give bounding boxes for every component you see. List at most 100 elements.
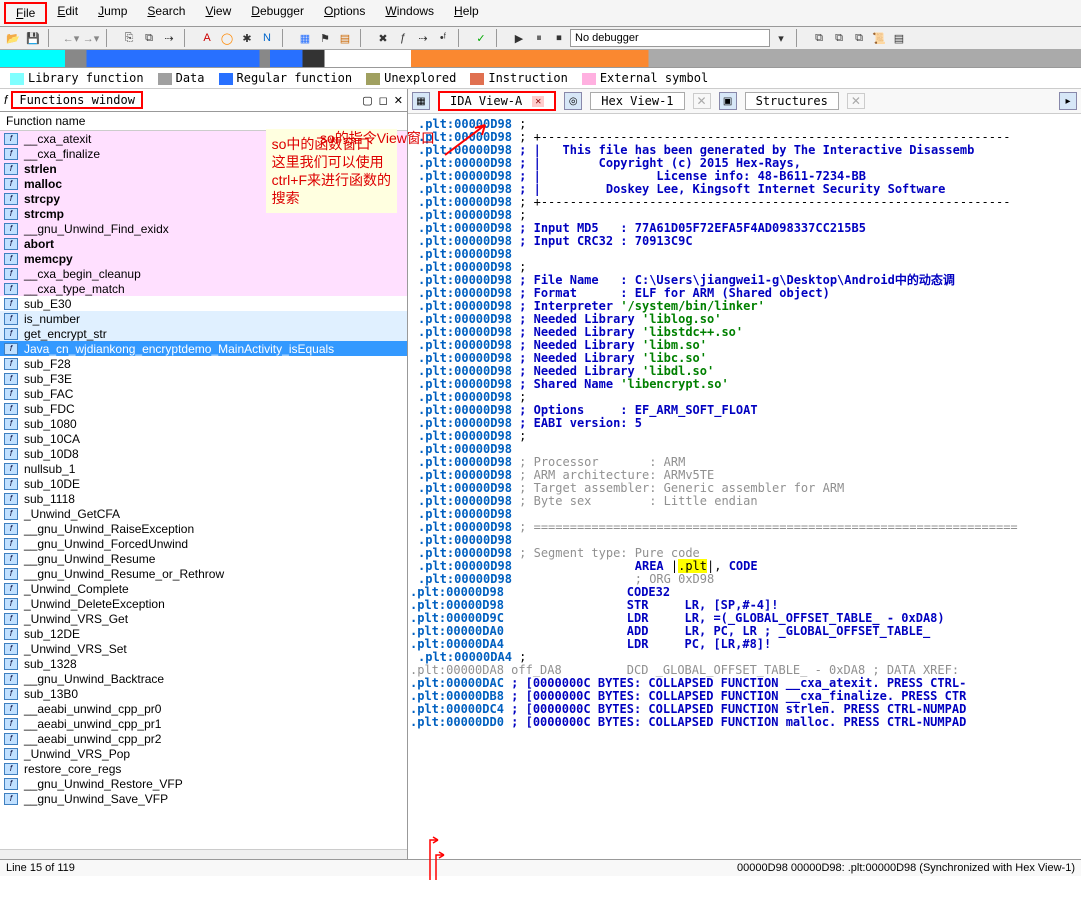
function-row[interactable]: f_Unwind_VRS_Set [0,641,407,656]
link-icon[interactable]: ⇢ [160,29,178,47]
restore-icon[interactable]: ▢ [362,94,372,107]
menu-view[interactable]: View [195,2,241,24]
forward-icon[interactable]: →▾ [82,29,100,47]
overview-bar[interactable] [0,50,1081,68]
function-row[interactable]: fget_encrypt_str [0,326,407,341]
function-row[interactable]: f__gnu_Unwind_RaiseException [0,521,407,536]
function-row[interactable]: fsub_10DE [0,476,407,491]
copy-icon[interactable]: ⎘ [120,29,138,47]
f-icon[interactable]: ƒ [394,29,412,47]
tab-ida-view-a[interactable]: IDA View-A✕ [438,91,556,111]
save-icon[interactable]: 💾 [24,29,42,47]
struct-icon[interactable]: ▣ [719,92,737,110]
more-icon[interactable]: ▸ [1059,92,1077,110]
list-icon[interactable]: ▤ [890,29,908,47]
disasm-line[interactable]: .plt:00000DD0 ; [0000000C BYTES: COLLAPS… [418,716,1071,729]
close-tab-icon[interactable]: ✕ [532,96,544,107]
function-row[interactable]: f__gnu_Unwind_Save_VFP [0,791,407,806]
function-row[interactable]: fsub_10D8 [0,446,407,461]
close-pane-icon[interactable]: ✕ [394,94,403,107]
function-row[interactable]: f__gnu_Unwind_Backtrace [0,671,407,686]
function-row[interactable]: fsub_E30 [0,296,407,311]
cfg1-icon[interactable]: ⧉ [810,29,828,47]
mark1-icon[interactable]: A [198,29,216,47]
hex-icon[interactable]: ◎ [564,92,582,110]
function-row[interactable]: fabort [0,236,407,251]
function-row[interactable]: f_Unwind_GetCFA [0,506,407,521]
function-row[interactable]: fis_number [0,311,407,326]
function-row[interactable]: f_Unwind_VRS_Get [0,611,407,626]
function-row[interactable]: f_Unwind_Complete [0,581,407,596]
function-row[interactable]: fsub_F28 [0,356,407,371]
tab-hex-view[interactable]: Hex View-1 [590,92,684,110]
function-row[interactable]: fsub_1080 [0,416,407,431]
play-icon[interactable]: ▶ [510,29,528,47]
menu-search[interactable]: Search [137,2,195,24]
arrow-icon[interactable]: ⇢ [414,29,432,47]
function-row[interactable]: f__aeabi_unwind_cpp_pr2 [0,731,407,746]
function-row[interactable]: f_Unwind_DeleteException [0,596,407,611]
grid-icon[interactable]: ▦ [296,29,314,47]
function-row[interactable]: fsub_10CA [0,431,407,446]
function-row[interactable]: fsub_FAC [0,386,407,401]
status-right: 00000D98 00000D98: .plt:00000D98 (Synchr… [737,862,1075,874]
dropdown-icon[interactable]: ▾ [772,29,790,47]
function-row[interactable]: f__gnu_Unwind_ForcedUnwind [0,536,407,551]
h-scrollbar[interactable] [0,849,407,859]
close-tab2-icon[interactable]: ✕ [693,93,711,109]
function-row[interactable]: frestore_core_regs [0,761,407,776]
circle-icon[interactable]: ◯ [218,29,236,47]
legend: Library functionDataRegular functionUnex… [0,68,1081,89]
function-row[interactable]: fnullsub_1 [0,461,407,476]
menu-help[interactable]: Help [444,2,489,24]
function-row[interactable]: f_Unwind_VRS_Pop [0,746,407,761]
function-row[interactable]: fmemcpy [0,251,407,266]
x-icon[interactable]: ✖ [374,29,392,47]
function-row[interactable]: f__gnu_Unwind_Resume [0,551,407,566]
open-icon[interactable]: 📂 [4,29,22,47]
menu-debugger[interactable]: Debugger [241,2,314,24]
function-row[interactable]: fsub_1118 [0,491,407,506]
function-row[interactable]: f__cxa_type_match [0,281,407,296]
function-row[interactable]: f__aeabi_unwind_cpp_pr1 [0,716,407,731]
function-row[interactable]: f__aeabi_unwind_cpp_pr0 [0,701,407,716]
function-row[interactable]: fsub_FDC [0,401,407,416]
menu-jump[interactable]: Jump [88,2,137,24]
pause-icon[interactable]: ⏸ [530,29,548,47]
function-row[interactable]: f__gnu_Unwind_Find_exidx [0,221,407,236]
annotation-view: so的指令View窗口 [408,128,435,148]
close-tab3-icon[interactable]: ✕ [847,93,865,109]
bars-icon[interactable]: ▤ [336,29,354,47]
function-row[interactable]: f__gnu_Unwind_Restore_VFP [0,776,407,791]
dot-icon[interactable]: •ᶠ [434,29,452,47]
function-row[interactable]: fJava_cn_wjdiankong_encryptdemo_MainActi… [0,341,407,356]
menu-options[interactable]: Options [314,2,375,24]
debugger-select[interactable] [570,29,770,47]
script-icon[interactable]: 📜 [870,29,888,47]
stop-icon[interactable]: ⏹ [550,29,568,47]
view-icon[interactable]: ▦ [412,92,430,110]
menu-windows[interactable]: Windows [375,2,444,24]
functions-title: Functions window [11,91,143,109]
function-row[interactable]: fsub_F3E [0,371,407,386]
text-icon[interactable]: ✱ [238,29,256,47]
function-row[interactable]: fsub_12DE [0,626,407,641]
cfg3-icon[interactable]: ⧉ [850,29,868,47]
menu-edit[interactable]: Edit [47,2,88,24]
legend-item: External symbol [582,71,708,85]
function-row[interactable]: fsub_1328 [0,656,407,671]
function-row[interactable]: f__gnu_Unwind_Resume_or_Rethrow [0,566,407,581]
maximize-icon[interactable]: ◻ [379,94,388,107]
back-icon[interactable]: ←▾ [62,29,80,47]
check-icon[interactable]: ✓ [472,29,490,47]
disassembly-view[interactable]: .plt:00000D98 ;.plt:00000D98 ; +--------… [408,114,1081,859]
function-list[interactable]: f__cxa_atexitf__cxa_finalizefstrlenfmall… [0,131,407,849]
menu-file[interactable]: File [4,2,47,24]
function-row[interactable]: f__cxa_begin_cleanup [0,266,407,281]
cfg2-icon[interactable]: ⧉ [830,29,848,47]
group-icon[interactable]: ⧉ [140,29,158,47]
flag-icon[interactable]: ⚑ [316,29,334,47]
tab-structures[interactable]: Structures [745,92,839,110]
function-row[interactable]: fsub_13B0 [0,686,407,701]
n-icon[interactable]: N [258,29,276,47]
